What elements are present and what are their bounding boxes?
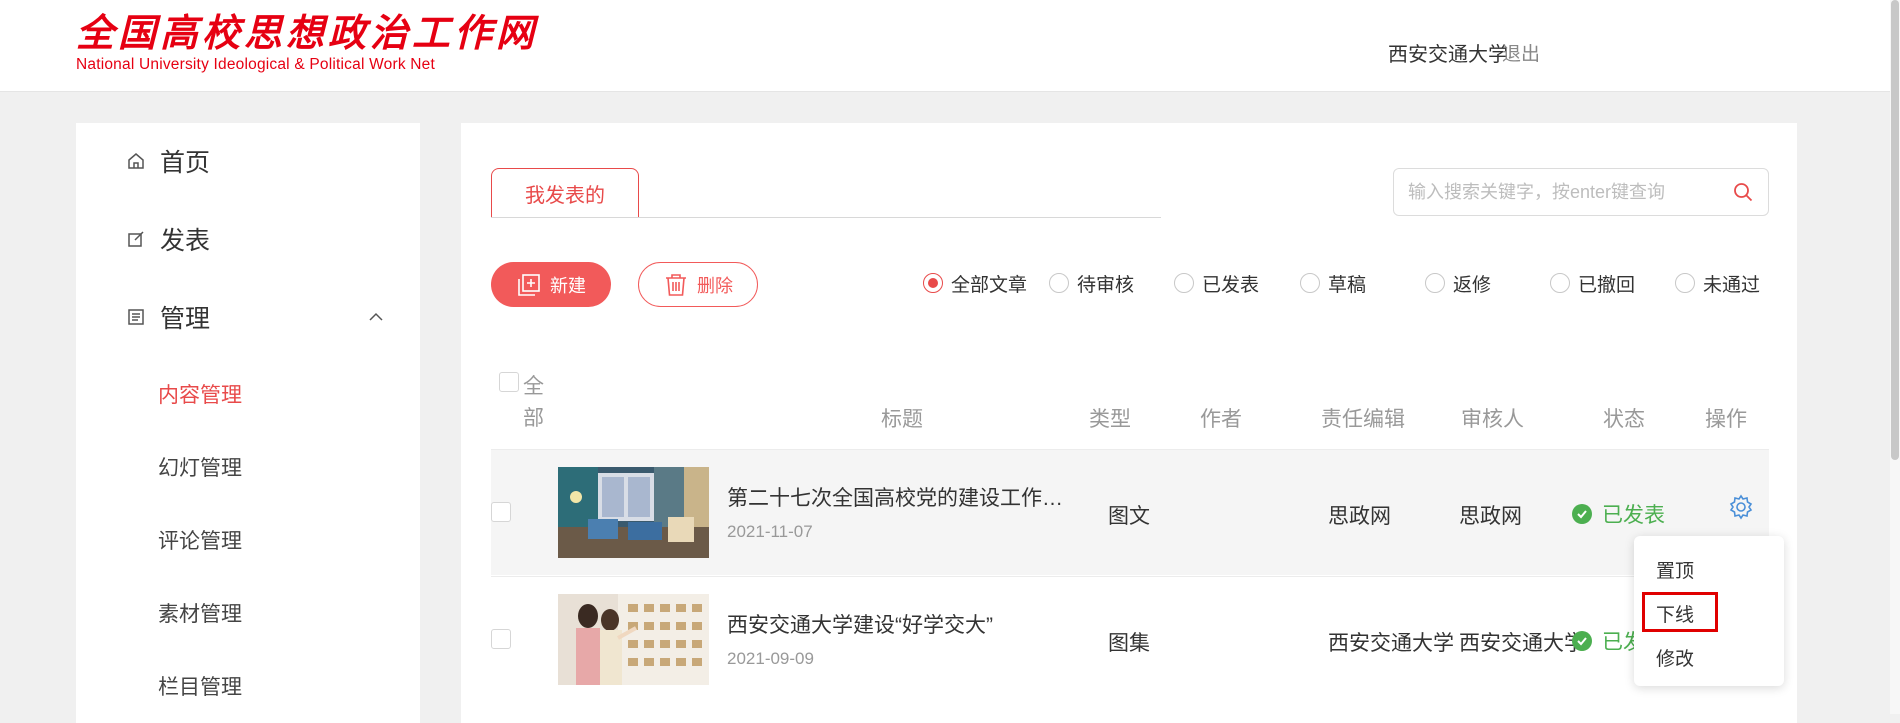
filter-label: 未通过: [1703, 274, 1761, 296]
menu-item-take-offline[interactable]: 下线: [1656, 600, 1694, 627]
article-editor: 思政网: [1328, 505, 1391, 528]
row-checkbox[interactable]: [491, 629, 511, 649]
search-input[interactable]: [1406, 170, 1732, 214]
filter-label: 已发表: [1202, 274, 1260, 296]
article-thumbnail[interactable]: [558, 594, 709, 685]
logo-english-text: National University Ideological & Politi…: [76, 56, 436, 73]
column-header-type: 类型: [1089, 408, 1131, 431]
column-header-author: 作者: [1200, 408, 1242, 431]
header: 全国高校思想政治工作网 National University Ideologi…: [0, 0, 1900, 92]
row-action-menu: 置顶 下线 修改: [1634, 536, 1784, 686]
filter-withdrawn[interactable]: 已撤回: [1550, 263, 1635, 303]
site-logo[interactable]: 全国高校思想政治工作网 National University Ideologi…: [76, 10, 539, 74]
room-photo-image: [558, 467, 709, 558]
search-box: [1393, 168, 1769, 216]
sidebar-item-label: 首页: [160, 149, 211, 177]
article-date: 2021-11-07: [727, 522, 813, 541]
sidebar-subitem-materials[interactable]: 素材管理: [158, 598, 242, 628]
sidebar-item-manage[interactable]: 管理: [126, 297, 386, 337]
filter-revision[interactable]: 返修: [1425, 263, 1491, 303]
sidebar: 首页 发表 管理 内容管理 幻灯管理 评论管理 素材管理 栏目管理: [76, 123, 420, 723]
sidebar-subitem-comments[interactable]: 评论管理: [158, 525, 242, 555]
radio-dot: [1300, 273, 1320, 293]
table-row[interactable]: 西安交通大学建设“好学交大” 2021-09-09 图集 西安交通大学 西安交通…: [491, 576, 1769, 702]
radio-dot: [1425, 273, 1445, 293]
column-header-status: 状态: [1603, 408, 1645, 431]
check-circle-icon: [1572, 631, 1592, 651]
current-user-name: 西安交通大学: [1388, 44, 1508, 66]
select-all[interactable]: 全部: [499, 371, 548, 435]
article-thumbnail[interactable]: [558, 467, 709, 558]
article-reviewer: 西安交通大学: [1459, 632, 1585, 655]
column-header-editor: 责任编辑: [1321, 408, 1405, 431]
home-icon: [126, 151, 146, 171]
menu-item-pin-top[interactable]: 置顶: [1656, 556, 1694, 583]
article-editor: 西安交通大学: [1328, 632, 1454, 655]
filter-label: 已撤回: [1578, 274, 1636, 296]
status-text: 已发表: [1602, 504, 1665, 527]
radio-dot: [1049, 273, 1069, 293]
add-copy-icon: [518, 273, 540, 296]
content-panel: 我发表的 新建 删除 全部文章 待审核: [461, 123, 1797, 723]
filter-all[interactable]: 全部文章: [923, 263, 1027, 303]
article-title-link[interactable]: 西安交通大学建设“好学交大”: [727, 609, 993, 639]
article-title-link[interactable]: 第二十七次全国高校党的建设工作…: [727, 482, 1063, 512]
delete-button-label: 删除: [697, 275, 733, 296]
sidebar-subitem-content[interactable]: 内容管理: [158, 379, 242, 409]
edit-icon: [126, 229, 146, 249]
tab-underline: [491, 217, 1161, 218]
radio-dot: [1174, 273, 1194, 293]
article-date: 2021-09-09: [727, 649, 814, 668]
sidebar-subitem-slides[interactable]: 幻灯管理: [158, 452, 242, 482]
filter-label: 返修: [1453, 274, 1492, 296]
sidebar-subitem-columns[interactable]: 栏目管理: [158, 671, 242, 701]
page-scrollbar[interactable]: [1890, 0, 1900, 714]
table-row[interactable]: 第二十七次全国高校党的建设工作… 2021-11-07 图文 思政网 思政网 已…: [491, 449, 1769, 575]
menu-item-edit[interactable]: 修改: [1656, 644, 1694, 671]
radio-dot: [923, 273, 943, 293]
article-type: 图集: [1108, 632, 1150, 655]
article-reviewer: 思政网: [1459, 505, 1522, 528]
filter-draft[interactable]: 草稿: [1300, 263, 1366, 303]
column-header-action: 操作: [1705, 408, 1747, 431]
sidebar-item-label: 管理: [160, 305, 211, 333]
logo-chinese-text: 全国高校思想政治工作网: [76, 10, 539, 55]
filter-label: 草稿: [1328, 274, 1367, 296]
search-icon[interactable]: [1732, 181, 1754, 203]
new-button[interactable]: 新建: [491, 262, 611, 307]
article-type: 图文: [1108, 505, 1150, 528]
gear-icon[interactable]: [1728, 494, 1754, 520]
filter-label: 待审核: [1077, 274, 1135, 296]
filter-rejected[interactable]: 未通过: [1675, 263, 1760, 303]
column-header-reviewer: 审核人: [1461, 408, 1524, 431]
radio-dot: [1550, 273, 1570, 293]
sidebar-item-home[interactable]: 首页: [126, 141, 386, 181]
scrollbar-thumb[interactable]: [1891, 0, 1899, 460]
filter-label: 全部文章: [951, 274, 1028, 296]
status-badge: 已发表: [1572, 499, 1665, 529]
students-photo-image: [558, 594, 709, 685]
delete-button[interactable]: 删除: [638, 262, 758, 307]
new-button-label: 新建: [550, 275, 586, 296]
sidebar-item-publish[interactable]: 发表: [126, 219, 386, 259]
column-header-title: 标题: [881, 408, 923, 431]
radio-dot: [1675, 273, 1695, 293]
row-checkbox[interactable]: [491, 502, 511, 522]
chevron-up-icon[interactable]: [366, 307, 386, 327]
sidebar-item-label: 发表: [160, 227, 211, 255]
trash-icon: [666, 273, 686, 296]
tab-my-posts[interactable]: 我发表的: [491, 168, 639, 218]
select-all-label: 全部: [523, 375, 544, 430]
document-list-icon: [126, 307, 146, 327]
filter-published[interactable]: 已发表: [1174, 263, 1259, 303]
check-circle-icon: [1572, 504, 1592, 524]
filter-pending[interactable]: 待审核: [1049, 263, 1134, 303]
logout-link[interactable]: 退出: [1502, 39, 1540, 66]
